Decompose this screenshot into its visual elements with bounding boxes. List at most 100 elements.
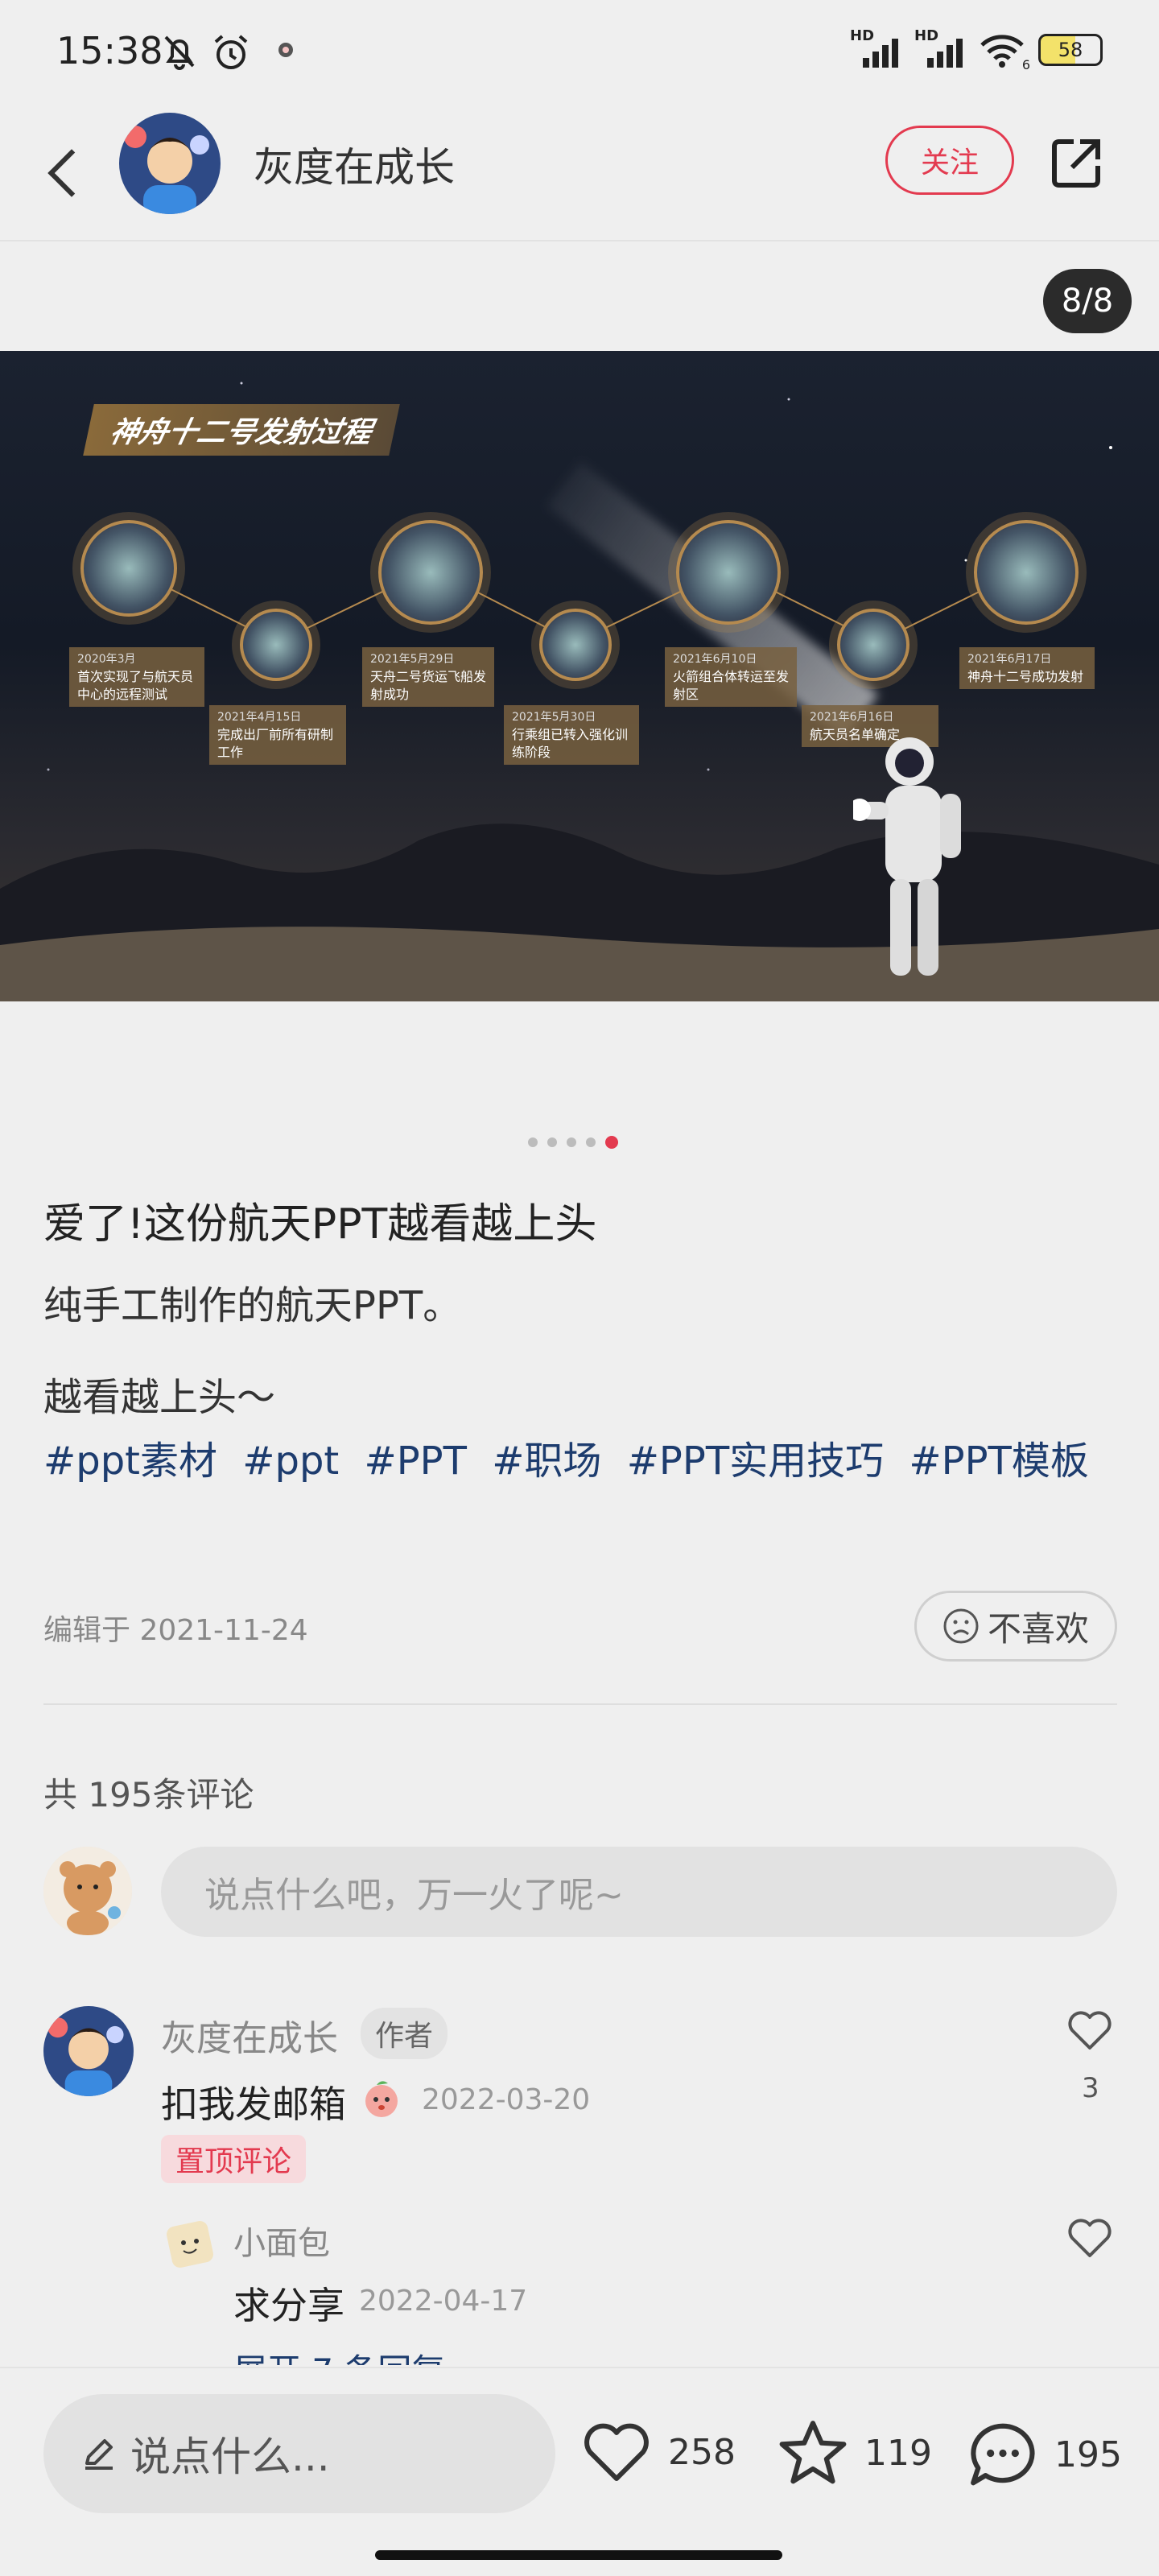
comment-input[interactable]: 说点什么吧，万一火了呢~ (161, 1847, 1117, 1937)
favorite-button[interactable]: 119 (776, 2418, 932, 2487)
peach-emoji-icon (365, 2081, 398, 2117)
dislike-label: 不喜欢 (987, 1608, 1089, 1649)
post-description-2: 越看越上头～ (43, 1375, 276, 1420)
status-bar: 15:38 HD HD 6 58 (0, 0, 1159, 105)
image-counter: 8/8 (1043, 269, 1132, 333)
carousel-dot[interactable] (567, 1137, 576, 1147)
heart-icon (584, 2423, 649, 2481)
caption-text: 完成出厂前所有研制工作 (217, 727, 334, 760)
timeline-node (378, 520, 483, 625)
comment-entry-placeholder: 说点什么... (130, 2434, 330, 2480)
caption-text: 神舟十二号成功发射 (967, 669, 1084, 684)
home-indicator[interactable] (375, 2550, 782, 2560)
hashtag[interactable]: #PPT实用技巧 (627, 1439, 884, 1484)
reply-avatar[interactable] (161, 2215, 219, 2273)
carousel-dot[interactable] (586, 1137, 596, 1147)
post-header: 灰度在成长 关注 (0, 105, 1159, 242)
timeline-caption: 2021年5月30日 行乘组已转入强化训练阶段 (504, 705, 639, 765)
carousel-dot[interactable] (528, 1137, 538, 1147)
divider (43, 1703, 1117, 1705)
reply-date: 2022-04-17 (359, 2285, 528, 2318)
follow-button[interactable]: 关注 (885, 126, 1014, 195)
favorite-count: 119 (864, 2432, 932, 2474)
timeline-node (80, 520, 177, 617)
wifi-icon: 6 (979, 32, 1030, 72)
commenter-name[interactable]: 灰度在成长 (161, 2009, 338, 2061)
caption-date: 2020年3月 (77, 653, 136, 666)
caption-date: 2021年4月15日 (217, 711, 302, 724)
caption-text: 天舟二号货运飞船发射成功 (370, 669, 487, 702)
hashtag[interactable]: #ppt (242, 1439, 339, 1484)
my-avatar (43, 1847, 132, 1935)
like-count: 258 (668, 2431, 736, 2473)
status-time: 15:38 (56, 29, 163, 72)
timeline-node (676, 520, 781, 625)
signal-icon: HD (850, 27, 901, 68)
reply-text[interactable]: 求分享 (233, 2277, 344, 2330)
author-badge: 作者 (361, 2008, 448, 2059)
hashtag[interactable]: #职场 (492, 1439, 601, 1484)
caption-text: 火箭组合体转运至发射区 (673, 669, 790, 702)
post-description: 纯手工制作的航天PPT。 (43, 1283, 462, 1328)
astronaut-figure (853, 737, 961, 976)
caption-date: 2021年6月10日 (673, 653, 757, 666)
sad-face-icon (943, 1608, 979, 1644)
dislike-button[interactable]: 不喜欢 (914, 1591, 1117, 1662)
signal-label-2: HD (914, 27, 939, 44)
comment-total: 195 (1054, 2434, 1122, 2475)
signal-label: HD (850, 27, 875, 44)
comment-like-count: 3 (1082, 2072, 1099, 2104)
carousel-dot[interactable] (547, 1137, 557, 1147)
carousel-indicator (528, 1136, 618, 1149)
comment-count: 共 195条评论 (43, 1775, 254, 1814)
battery-indicator: 58 (1038, 34, 1103, 66)
caption-date: 2021年5月29日 (370, 653, 455, 666)
caption-date: 2021年6月17日 (967, 653, 1052, 666)
post-title: 爱了!这份航天PPT越看越上头 (43, 1200, 597, 1249)
timeline-node (974, 520, 1079, 625)
comment-like-heart-icon[interactable] (1066, 2008, 1114, 2053)
timeline-caption: 2021年6月17日 神舟十二号成功发射 (959, 647, 1095, 689)
comment-entry-button[interactable]: 说点什么... (43, 2394, 555, 2513)
alarm-icon (211, 32, 251, 80)
timeline-node (240, 609, 312, 681)
timeline-node (837, 609, 909, 681)
signal-icon-2: HD (914, 27, 966, 68)
reply-like-heart-icon[interactable] (1066, 2215, 1114, 2260)
author-name[interactable]: 灰度在成长 (254, 135, 455, 193)
edit-date: 编辑于 2021-11-24 (43, 1614, 308, 1647)
caption-text: 行乘组已转入强化训练阶段 (512, 727, 629, 760)
caption-date: 2021年6月16日 (810, 711, 894, 724)
hashtag[interactable]: #PPT模板 (909, 1439, 1088, 1484)
share-button[interactable] (1048, 134, 1106, 192)
timeline-caption: 2021年6月10日 火箭组合体转运至发射区 (665, 647, 797, 707)
hashtag[interactable]: #PPT (365, 1439, 467, 1484)
timeline-caption: 2020年3月 首次实现了与航天员中心的远程测试 (69, 647, 204, 707)
timeline-caption: 2021年5月29日 天舟二号货运飞船发射成功 (362, 647, 494, 707)
pinned-badge: 置顶评论 (161, 2135, 307, 2183)
mountain-silhouette (0, 824, 1159, 1001)
hashtag-list: #ppt素材 #ppt #PPT #职场 #PPT实用技巧 #PPT模板 (43, 1430, 1122, 1492)
commenter-avatar[interactable] (43, 2006, 134, 2096)
comment-bubble-icon (971, 2423, 1035, 2486)
wifi-label: 6 (1021, 57, 1030, 72)
timeline-caption: 2021年4月15日 完成出厂前所有研制工作 (209, 705, 346, 765)
post-image[interactable]: 神舟十二号发射过程 2020年3月 首次实现了与航天员中心的远程测试 2021年… (0, 351, 1159, 1001)
app-notification-icon (274, 32, 298, 76)
share-icon (1052, 139, 1100, 188)
comment-button[interactable]: 195 (966, 2418, 1122, 2491)
author-avatar[interactable] (119, 113, 221, 214)
like-button[interactable]: 258 (580, 2418, 736, 2486)
expand-replies-link[interactable]: 展开 7 条回复 (233, 2344, 445, 2365)
mute-bell-icon (161, 32, 198, 79)
comment-text[interactable]: 扣我发邮箱 (161, 2075, 346, 2128)
caption-date: 2021年5月30日 (512, 711, 596, 724)
hashtag[interactable]: #ppt素材 (43, 1439, 217, 1484)
caption-text: 首次实现了与航天员中心的远程测试 (77, 669, 194, 702)
reply-author-name[interactable]: 小面包 (233, 2217, 330, 2264)
star-icon (779, 2421, 847, 2484)
carousel-dot-active[interactable] (605, 1136, 618, 1149)
pencil-icon (85, 2439, 113, 2470)
back-button[interactable] (40, 138, 89, 203)
bottom-action-bar: 说点什么... 258 119 195 (0, 2367, 1159, 2576)
